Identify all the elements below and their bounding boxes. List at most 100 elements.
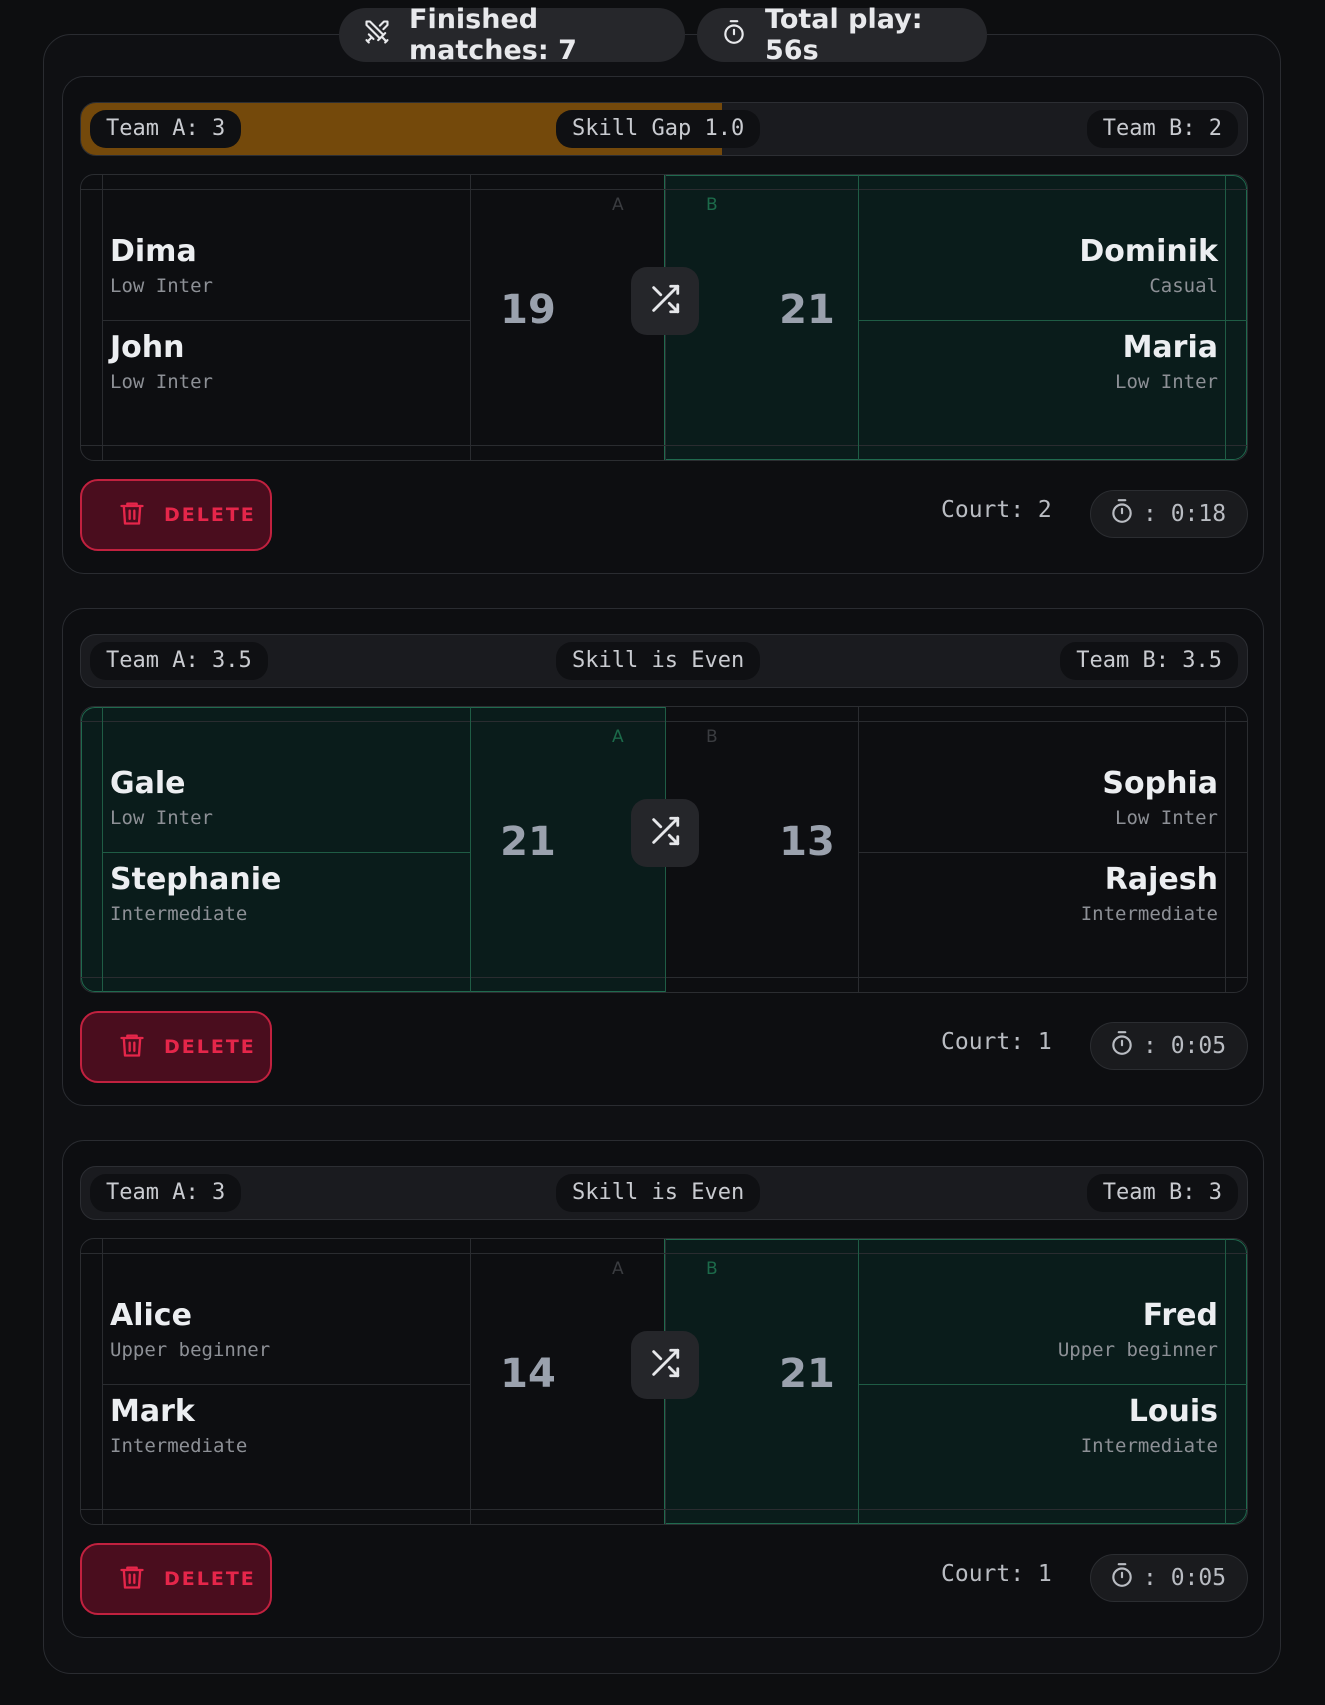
crossed-swords-icon bbox=[363, 18, 409, 53]
player-level: Intermediate bbox=[1080, 903, 1218, 925]
shuffle-icon bbox=[648, 814, 682, 852]
stopwatch-icon bbox=[1109, 1030, 1143, 1062]
player-name: John bbox=[110, 330, 185, 365]
player-level: Low Inter bbox=[110, 275, 213, 297]
player-level: Casual bbox=[1149, 275, 1218, 297]
court-line bbox=[81, 1509, 1247, 1510]
court-line bbox=[102, 320, 470, 321]
player-name: Gale bbox=[110, 766, 186, 801]
court-line bbox=[102, 1239, 103, 1524]
side-a-label: A bbox=[612, 1259, 624, 1279]
finished-matches-pill: Finished matches: 7 bbox=[339, 4, 685, 66]
skill-balance-label: Skill is Even bbox=[556, 642, 761, 680]
delete-button[interactable]: DELETE bbox=[80, 1543, 272, 1615]
match-card: Team A: 3 Skill is Even Team B: 3 A B Al… bbox=[62, 1140, 1264, 1638]
badminton-court: A B Dima Low Inter John Low Inter Domini… bbox=[80, 174, 1248, 461]
delete-label: DELETE bbox=[164, 504, 256, 526]
player-level: Upper beginner bbox=[110, 1339, 271, 1361]
stopwatch-icon bbox=[1109, 1562, 1143, 1594]
player-level: Low Inter bbox=[110, 807, 213, 829]
team-a-score: 21 bbox=[500, 819, 556, 865]
side-b-label: B bbox=[706, 195, 718, 215]
match-card: Team A: 3 Skill Gap 1.0 Team B: 2 A B Di… bbox=[62, 76, 1264, 574]
trash-icon bbox=[118, 1562, 164, 1597]
player-name: Sophia bbox=[1102, 766, 1218, 801]
team-a-rating: Team A: 3 bbox=[90, 110, 242, 148]
court-line bbox=[81, 721, 1247, 722]
court-line bbox=[858, 1384, 1247, 1385]
team-b-score: 21 bbox=[779, 1351, 835, 1397]
court-line bbox=[1225, 1239, 1226, 1524]
player-level: Intermediate bbox=[1080, 1435, 1218, 1457]
delete-label: DELETE bbox=[164, 1036, 256, 1058]
court-line bbox=[102, 707, 103, 992]
shuffle-icon bbox=[648, 1346, 682, 1384]
team-b-rating: Team B: 2 bbox=[1086, 110, 1238, 148]
side-b-label: B bbox=[706, 727, 718, 747]
court-number: Court: 2 bbox=[941, 497, 1052, 523]
side-a-label: A bbox=[612, 727, 624, 747]
swap-sides-button[interactable] bbox=[631, 799, 699, 867]
trash-icon bbox=[118, 498, 164, 533]
swap-sides-button[interactable] bbox=[631, 267, 699, 335]
court-line bbox=[102, 852, 470, 853]
stopwatch-icon bbox=[721, 19, 765, 52]
swap-sides-button[interactable] bbox=[631, 1331, 699, 1399]
player-name: Dominik bbox=[1079, 234, 1218, 269]
team-b-score: 13 bbox=[779, 819, 835, 865]
match-duration: : 0:05 bbox=[1090, 1022, 1248, 1070]
team-a-score: 19 bbox=[500, 287, 556, 333]
player-name: Louis bbox=[1128, 1394, 1218, 1429]
stopwatch-icon bbox=[1109, 498, 1143, 530]
delete-label: DELETE bbox=[164, 1568, 256, 1590]
skill-bar: Team A: 3.5 Skill is Even Team B: 3.5 bbox=[80, 634, 1248, 688]
duration-label: : 0:05 bbox=[1143, 1565, 1227, 1591]
badminton-court: A B Gale Low Inter Stephanie Intermediat… bbox=[80, 706, 1248, 993]
court-line bbox=[858, 320, 1247, 321]
team-b-rating: Team B: 3.5 bbox=[1060, 642, 1238, 680]
court-line bbox=[81, 189, 1247, 190]
shuffle-icon bbox=[648, 282, 682, 320]
skill-balance-label: Skill Gap 1.0 bbox=[556, 110, 761, 148]
player-level: Low Inter bbox=[1115, 371, 1218, 393]
side-b-label: B bbox=[706, 1259, 718, 1279]
court-line bbox=[81, 445, 1247, 446]
duration-label: : 0:18 bbox=[1143, 501, 1227, 527]
team-a-score: 14 bbox=[500, 1351, 556, 1397]
team-b-score: 21 bbox=[779, 287, 835, 333]
trash-icon bbox=[118, 1030, 164, 1065]
court-line bbox=[81, 977, 1247, 978]
skill-balance-label: Skill is Even bbox=[556, 1174, 761, 1212]
court-line bbox=[102, 1384, 470, 1385]
delete-button[interactable]: DELETE bbox=[80, 479, 272, 551]
match-duration: : 0:05 bbox=[1090, 1554, 1248, 1602]
player-name: Alice bbox=[110, 1298, 192, 1333]
badminton-court: A B Alice Upper beginner Mark Intermedia… bbox=[80, 1238, 1248, 1525]
court-line bbox=[81, 1253, 1247, 1254]
player-name: Stephanie bbox=[110, 862, 282, 897]
duration-label: : 0:05 bbox=[1143, 1033, 1227, 1059]
court-line bbox=[1225, 175, 1226, 460]
court-line bbox=[858, 852, 1247, 853]
side-a-label: A bbox=[612, 195, 624, 215]
player-name: Dima bbox=[110, 234, 197, 269]
player-level: Intermediate bbox=[110, 903, 248, 925]
player-level: Intermediate bbox=[110, 1435, 248, 1457]
skill-bar: Team A: 3 Skill is Even Team B: 3 bbox=[80, 1166, 1248, 1220]
match-duration: : 0:18 bbox=[1090, 490, 1248, 538]
team-a-rating: Team A: 3 bbox=[90, 1174, 242, 1212]
match-card: Team A: 3.5 Skill is Even Team B: 3.5 A … bbox=[62, 608, 1264, 1106]
court-number: Court: 1 bbox=[941, 1029, 1052, 1055]
player-level: Low Inter bbox=[110, 371, 213, 393]
court-line bbox=[102, 175, 103, 460]
player-level: Low Inter bbox=[1115, 807, 1218, 829]
player-name: Rajesh bbox=[1104, 862, 1218, 897]
player-name: Maria bbox=[1122, 330, 1218, 365]
team-a-rating: Team A: 3.5 bbox=[90, 642, 268, 680]
delete-button[interactable]: DELETE bbox=[80, 1011, 272, 1083]
total-play-label: Total play: 56s bbox=[765, 4, 923, 66]
total-play-pill: Total play: 56s bbox=[697, 4, 987, 66]
player-name: Fred bbox=[1142, 1298, 1218, 1333]
skill-bar: Team A: 3 Skill Gap 1.0 Team B: 2 bbox=[80, 102, 1248, 156]
player-name: Mark bbox=[110, 1394, 195, 1429]
